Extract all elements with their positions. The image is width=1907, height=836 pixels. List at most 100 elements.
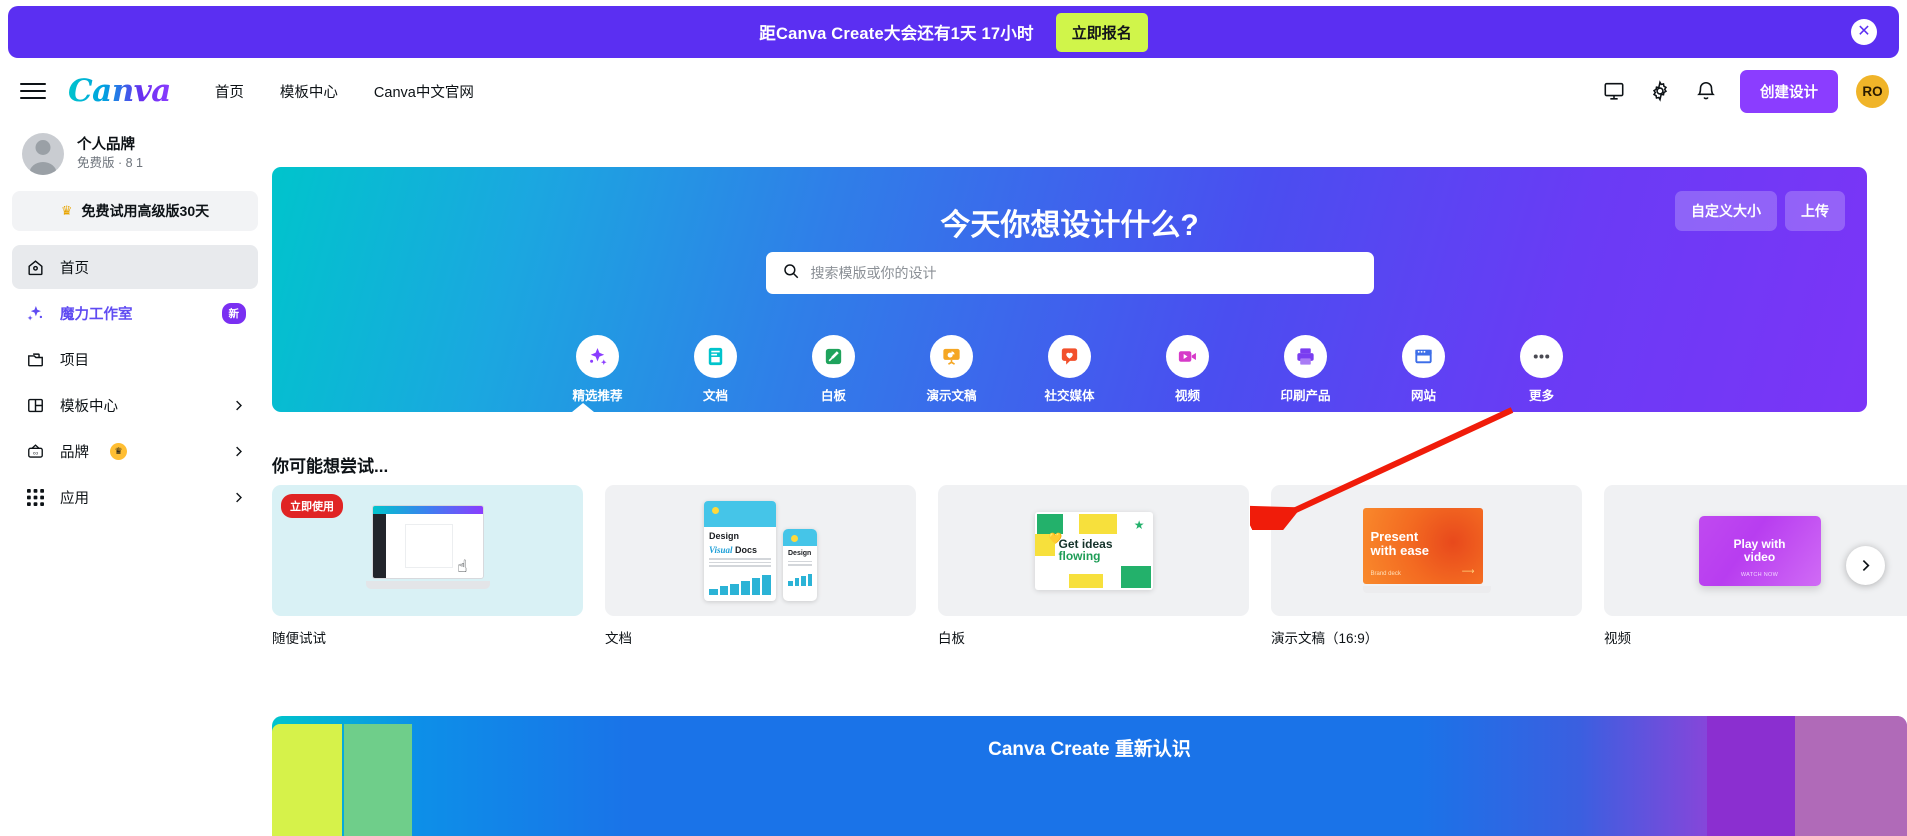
category-label: 社交媒体 — [1044, 389, 1095, 403]
suggestion-card-doc[interactable]: Design Visual Docs Design 文档 — [605, 485, 916, 660]
hamburger-line — [20, 83, 46, 85]
suggestion-card-presentation[interactable]: Present with ease Brand deck ⟶ 演示文稿（16:9… — [1271, 485, 1582, 660]
sidebar-item-label: 应用 — [60, 490, 89, 507]
video-line2: video — [1743, 549, 1776, 564]
whiteboard-icon — [812, 335, 855, 378]
sidebar-item-brand[interactable]: co 品牌 ♛ — [12, 429, 258, 473]
video-sub: WATCH NOW — [1740, 571, 1779, 578]
category-label: 更多 — [1528, 389, 1554, 403]
category-featured[interactable]: 精选推荐 — [564, 335, 632, 404]
carousel-next-button[interactable] — [1846, 546, 1885, 585]
hero-category-list: 精选推荐 文档 白板 演示文稿 社交媒体 视频 印刷产品 网站 更多 — [272, 335, 1867, 404]
category-label: 白板 — [820, 389, 846, 403]
custom-size-button[interactable]: 自定义大小 — [1675, 191, 1777, 231]
free-trial-label: 免费试用高级版30天 — [81, 203, 210, 219]
card-thumbnail: 💛 ★ Get ideas flowing — [938, 485, 1249, 616]
category-label: 网站 — [1410, 389, 1436, 403]
banner-decor-right-2 — [1795, 716, 1907, 836]
whiteboard-illustration: 💛 ★ Get ideas flowing — [1034, 511, 1153, 590]
doc-title-italic: Visual — [709, 544, 733, 555]
promo-banner-text: 距Canva Create大会还有1天 17小时 — [759, 25, 1034, 43]
category-document[interactable]: 文档 — [682, 335, 750, 404]
svg-text:co: co — [32, 451, 37, 456]
more-dots-icon — [1520, 335, 1563, 378]
sidebar-item-label: 项目 — [60, 352, 89, 369]
printer-icon — [1284, 335, 1327, 378]
top-navigation-bar: Canva 首页 模板中心 Canva中文官网 创建设计 RO — [0, 64, 1907, 118]
bell-icon[interactable] — [1688, 73, 1724, 109]
chevron-right-icon — [231, 444, 246, 459]
category-label: 视频 — [1174, 389, 1200, 403]
category-social-media[interactable]: 社交媒体 — [1036, 335, 1104, 404]
docs-illustration: Design Visual Docs Design — [704, 500, 817, 601]
nav-link-home[interactable]: 首页 — [215, 81, 244, 102]
wb-line2: flowing — [1058, 549, 1101, 564]
card-label: 演示文稿（16:9） — [1271, 631, 1379, 646]
bottom-promo-banner[interactable]: Canva Create 重新认识 — [272, 716, 1907, 836]
sidebar-item-home[interactable]: 首页 — [12, 245, 258, 289]
home-icon — [24, 256, 46, 278]
search-icon — [782, 262, 800, 285]
monitor-icon[interactable] — [1596, 73, 1632, 109]
sidebar-item-templates[interactable]: 模板中心 — [12, 383, 258, 427]
nav-link-canva-cn[interactable]: Canva中文官网 — [374, 81, 474, 102]
profile-name: 个人品牌 — [77, 136, 135, 153]
category-presentation[interactable]: 演示文稿 — [918, 335, 986, 404]
crown-icon: ♛ — [110, 442, 127, 460]
browser-icon — [1402, 335, 1445, 378]
category-label: 印刷产品 — [1280, 389, 1331, 403]
presentation-illustration: Present with ease Brand deck ⟶ — [1362, 508, 1491, 593]
search-bar[interactable] — [765, 252, 1374, 294]
doc-mini-title: Design — [788, 549, 812, 557]
free-trial-button[interactable]: ♛ 免费试用高级版30天 — [12, 191, 258, 231]
sidebar-item-projects[interactable]: 项目 — [12, 337, 258, 381]
sidebar-item-apps[interactable]: 应用 — [12, 475, 258, 519]
hamburger-menu-icon[interactable] — [20, 78, 46, 104]
hero-banner: 今天你想设计什么? 自定义大小 上传 精选推荐 — [272, 167, 1867, 412]
promo-banner: 距Canva Create大会还有1天 17小时 立即报名 ✕ — [8, 6, 1899, 58]
use-now-badge: 立即使用 — [281, 494, 343, 518]
document-icon — [694, 335, 737, 378]
arrow-right-icon: ⟶ — [1461, 566, 1475, 576]
avatar[interactable]: RO — [1856, 74, 1889, 108]
search-input[interactable] — [810, 265, 1358, 281]
category-website[interactable]: 网站 — [1390, 335, 1458, 404]
card-label: 随便试试 — [272, 631, 326, 646]
present-line2: with ease — [1370, 542, 1430, 558]
card-thumbnail: Design Visual Docs Design — [605, 485, 916, 616]
gear-icon[interactable] — [1642, 73, 1678, 109]
suggestion-card-whiteboard[interactable]: 💛 ★ Get ideas flowing 白板 — [938, 485, 1249, 660]
sidebar-item-label: 魔力工作室 — [60, 306, 133, 323]
category-more[interactable]: 更多 — [1508, 335, 1576, 404]
suggestion-card-list: 立即使用 ☝ 随便试试 Design Visual Docs Design 文档… — [272, 485, 1907, 660]
sidebar: 个人品牌 免费版 · 8 1 ♛ 免费试用高级版30天 首页 魔力工作室 新 项… — [0, 125, 270, 751]
profile-avatar-icon — [22, 133, 64, 175]
category-video[interactable]: 视频 — [1154, 335, 1222, 404]
category-print[interactable]: 印刷产品 — [1272, 335, 1340, 404]
hamburger-line — [20, 90, 46, 92]
sidebar-profile[interactable]: 个人品牌 免费版 · 8 1 — [12, 125, 258, 185]
card-thumbnail: 立即使用 ☝ — [272, 485, 583, 616]
create-design-button[interactable]: 创建设计 — [1740, 69, 1838, 113]
category-whiteboard[interactable]: 白板 — [800, 335, 868, 404]
page-title: 今天你想设计什么? — [940, 209, 1199, 242]
suggestion-card-try[interactable]: 立即使用 ☝ 随便试试 — [272, 485, 583, 660]
sidebar-item-label: 模板中心 — [60, 398, 118, 415]
promo-close-icon[interactable]: ✕ — [1851, 19, 1877, 45]
nav-link-templates[interactable]: 模板中心 — [280, 81, 338, 102]
doc-title-rest: Docs — [735, 544, 758, 555]
cursor-icon: ☝ — [457, 556, 468, 576]
canva-logo[interactable]: Canva — [68, 73, 171, 109]
bottom-banner-text: Canva Create 重新认识 — [988, 739, 1191, 760]
folder-icon — [24, 348, 46, 370]
promo-register-button[interactable]: 立即报名 — [1055, 12, 1148, 52]
top-nav-links: 首页 模板中心 Canva中文官网 — [215, 81, 474, 102]
sidebar-item-label: 首页 — [60, 260, 89, 277]
sparkle-icon — [576, 335, 619, 378]
category-label: 文档 — [702, 389, 728, 403]
category-label: 演示文稿 — [926, 389, 977, 403]
upload-button[interactable]: 上传 — [1785, 191, 1845, 231]
hero-actions: 自定义大小 上传 — [1675, 191, 1845, 231]
top-nav-actions: 创建设计 RO — [1596, 69, 1889, 113]
sidebar-item-magic-studio[interactable]: 魔力工作室 新 — [12, 291, 258, 335]
